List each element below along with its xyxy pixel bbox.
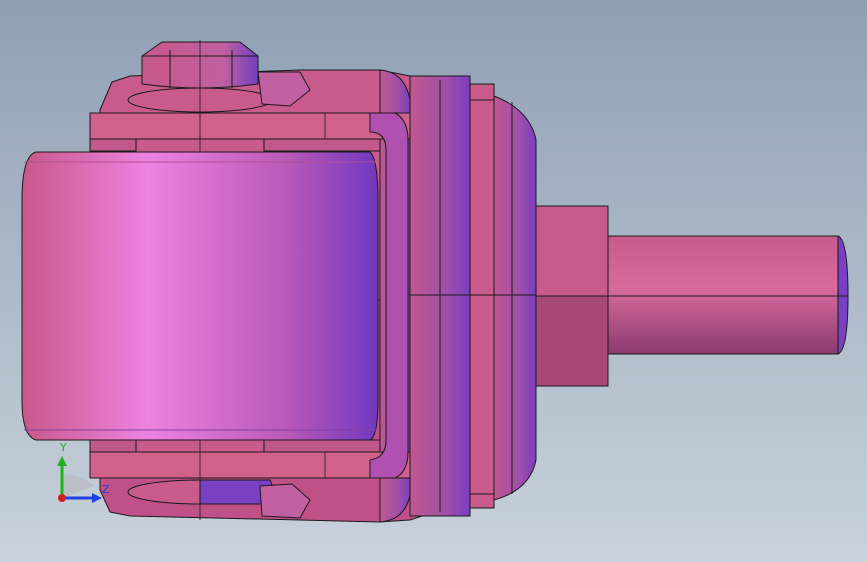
z-axis-label: Z [102, 483, 110, 496]
caster-wheel-model[interactable] [0, 0, 867, 562]
y-axis-label: Y [60, 441, 67, 454]
stem-shaft[interactable] [607, 235, 839, 355]
upper-plate-outer[interactable] [89, 112, 411, 140]
flange-plate[interactable] [469, 83, 495, 509]
x-axis-dot [58, 494, 66, 502]
cad-3d-viewport[interactable]: Y Z [0, 0, 867, 562]
orientation-triad[interactable]: Y Z [52, 440, 122, 510]
lower-plate-outer[interactable] [89, 451, 411, 479]
bearing-cap[interactable] [493, 95, 537, 501]
wheel-tyre[interactable] [21, 151, 379, 441]
